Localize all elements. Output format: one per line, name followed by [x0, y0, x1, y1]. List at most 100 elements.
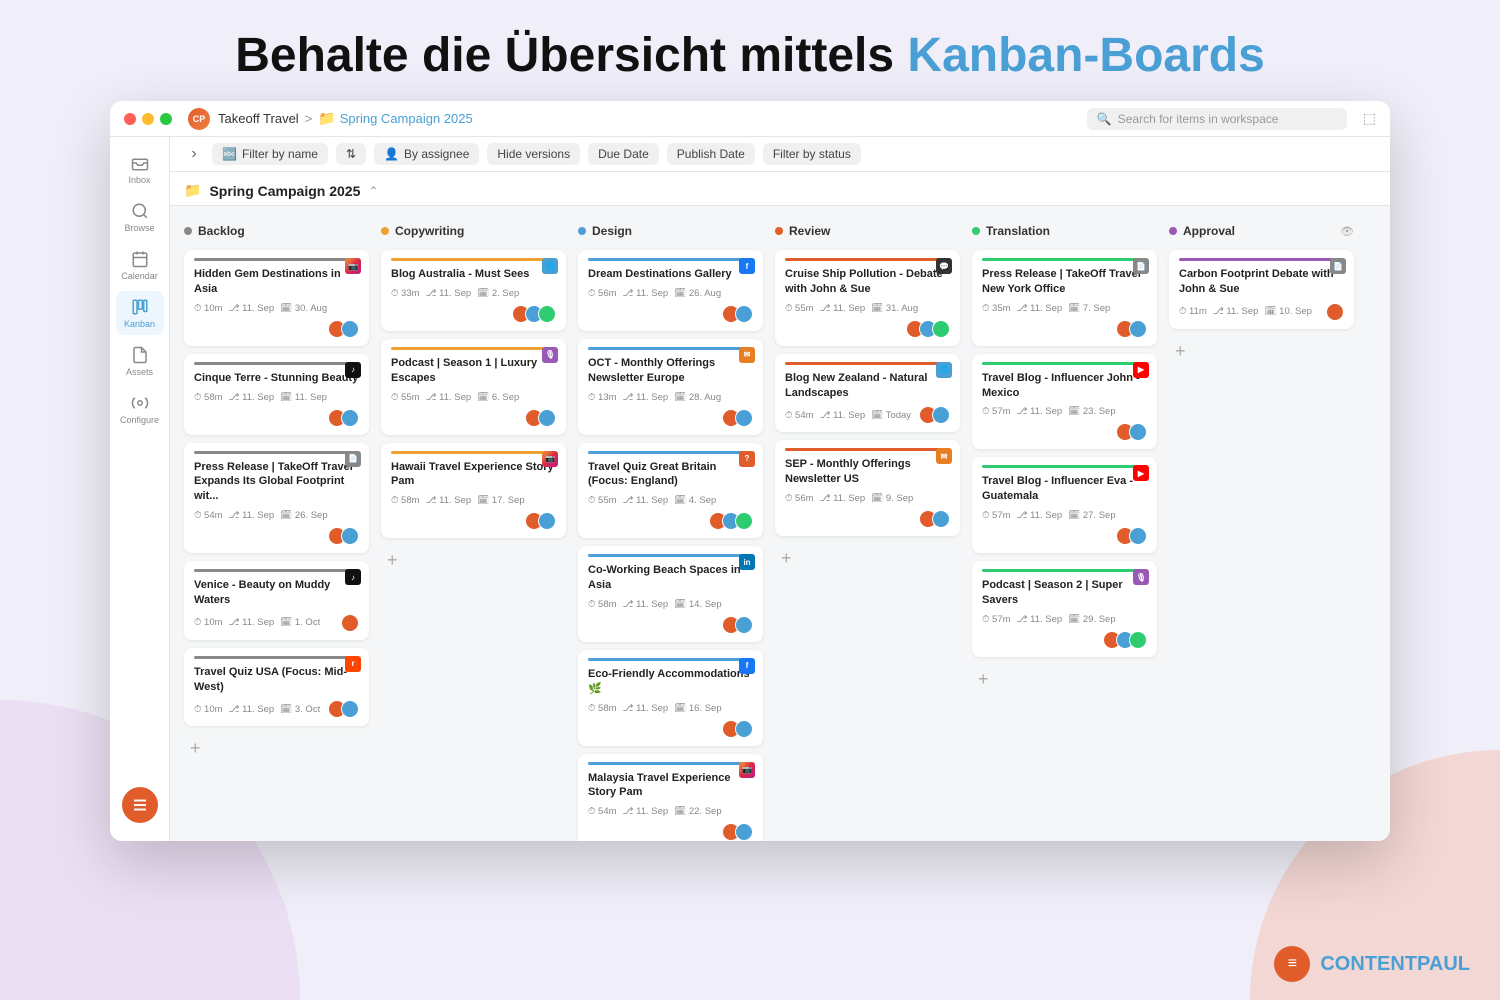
card-meta: ⏱ 10m ⎇ 11. Sep 🗓 3. Oct: [194, 700, 359, 718]
column-design: Design f Dream Destinations Gallery ⏱ 56…: [578, 220, 763, 827]
card-e1: f Dream Destinations Gallery ⏱ 56m ⎇ 11.…: [578, 250, 763, 331]
card-avatars: [722, 616, 753, 634]
card-avatars: [328, 527, 359, 545]
card-e3: ? Travel Quiz Great Britain (Focus: Engl…: [578, 443, 763, 539]
card-meta: ⏱ 11m ⎇ 11. Sep 🗓 10. Sep: [1179, 303, 1344, 321]
card-f1: 💬 Cruise Ship Pollution - Debate with Jo…: [775, 250, 960, 346]
card-time: ⏱ 56m: [588, 288, 617, 299]
filter-by-name-button[interactable]: 🔤 Filter by name: [212, 143, 328, 165]
card-bar: [194, 656, 359, 659]
card-title: Cinque Terre - Stunning Beauty: [194, 371, 359, 386]
sidebar-item-assets[interactable]: Assets: [116, 339, 164, 383]
due-date-button[interactable]: Due Date: [588, 143, 659, 165]
card-time: ⏱ 58m: [194, 392, 223, 403]
card-avatars: [906, 320, 950, 338]
board-title: Spring Campaign 2025: [209, 183, 360, 199]
col-title: Translation: [986, 224, 1050, 238]
col-eye[interactable]: 👁: [1340, 225, 1354, 238]
dot-green[interactable]: [160, 113, 172, 125]
card-time: ⏱ 55m: [785, 303, 814, 314]
col-title: Design: [592, 224, 632, 238]
card-actions: ♪: [345, 362, 361, 378]
card-meta: ⏱ 54m ⎇ 11. Sep 🗓 22. Sep: [588, 806, 753, 841]
board-chevron[interactable]: ⌃: [368, 184, 378, 198]
card-title: Co-Working Beach Spaces in Asia: [588, 563, 753, 593]
card-date: 🗓 31. Aug: [871, 303, 918, 314]
sidebar-item-kanban[interactable]: Kanban: [116, 291, 164, 335]
card-meta: ⏱ 56m ⎇ 11. Sep 🗓 26. Aug: [588, 288, 753, 323]
card-actions: ?: [739, 451, 755, 467]
card-bar: [391, 347, 556, 350]
card-branch: ⎇ 11. Sep: [229, 392, 275, 403]
card-date: 🗓 Today: [871, 410, 911, 421]
card-date: 🗓 26. Sep: [280, 510, 327, 521]
toolbar: › 🔤 Filter by name ⇅ 👤 By assignee Hide …: [170, 137, 1390, 172]
filter-by-status-button[interactable]: Filter by status: [763, 143, 861, 165]
card-actions: ✉: [739, 347, 755, 363]
breadcrumb: Takeoff Travel > 📁 Spring Campaign 2025: [218, 110, 473, 127]
card-title: Blog Australia - Must Sees: [391, 267, 556, 282]
sidebar-item-browse[interactable]: Browse: [116, 195, 164, 239]
dot-red[interactable]: [124, 113, 136, 125]
card-branch: ⎇ 11. Sep: [820, 410, 866, 421]
sidebar-label-configure: Configure: [120, 415, 159, 425]
col-header-translation: Translation: [972, 220, 1157, 242]
card-avatars: [919, 406, 950, 424]
card-branch: ⎇ 11. Sep: [426, 392, 472, 403]
card-date: 🗓 2. Sep: [477, 288, 519, 299]
sort-icon-button[interactable]: ⇅: [336, 143, 366, 165]
card-time: ⏱ 58m: [391, 495, 420, 506]
col-header-copywriting: Copywriting: [381, 220, 566, 242]
sidebar-item-configure[interactable]: Configure: [116, 387, 164, 431]
card-title: Hidden Gem Destinations in Asia: [194, 267, 359, 297]
add-card-button-approval[interactable]: +: [1169, 337, 1192, 366]
card-date: 🗓 29. Sep: [1068, 614, 1115, 625]
settings-button[interactable]: [122, 787, 158, 823]
brand-logo: ≡: [1274, 946, 1310, 982]
col-header-approval: Approval 👁: [1169, 220, 1354, 242]
add-card-button-review[interactable]: +: [775, 544, 798, 573]
sidebar-item-calendar[interactable]: Calendar: [116, 243, 164, 287]
card-avatars: [919, 510, 950, 528]
card-title: Travel Quiz Great Britain (Focus: Englan…: [588, 460, 753, 490]
search-bar[interactable]: 🔍 Search for items in workspace: [1087, 108, 1347, 130]
sidebar-item-inbox[interactable]: Inbox: [116, 147, 164, 191]
card-avatars: [512, 305, 556, 323]
card-date: 🗓 28. Aug: [674, 392, 721, 403]
external-icon[interactable]: ⬚: [1363, 110, 1376, 127]
add-card-button-copywriting[interactable]: +: [381, 546, 404, 575]
project-name: Spring Campaign 2025: [340, 111, 473, 126]
card-title: Travel Blog - Influencer John - Mexico: [982, 371, 1147, 401]
column-translation: Translation 📄 Press Release | TakeOff Tr…: [972, 220, 1157, 827]
column-review: Review 💬 Cruise Ship Pollution - Debate …: [775, 220, 960, 827]
by-assignee-button[interactable]: 👤 By assignee: [374, 143, 479, 165]
publish-date-button[interactable]: Publish Date: [667, 143, 755, 165]
card-branch: ⎇ 11. Sep: [623, 599, 669, 610]
search-icon: 🔍: [1097, 112, 1112, 126]
card-meta: ⏱ 58m ⎇ 11. Sep 🗓 14. Sep: [588, 599, 753, 634]
card-branch: ⎇ 11. Sep: [1017, 303, 1063, 314]
title-bar: CP Takeoff Travel > 📁 Spring Campaign 20…: [110, 101, 1390, 137]
card-bar: [785, 258, 950, 261]
add-card-button-translation[interactable]: +: [972, 665, 995, 694]
card-time: ⏱ 10m: [194, 617, 223, 628]
card-avatars: [1116, 527, 1147, 545]
hide-versions-button[interactable]: Hide versions: [487, 143, 580, 165]
card-avatars: [328, 700, 359, 718]
sidebar-label-calendar: Calendar: [121, 271, 158, 281]
expand-button[interactable]: ›: [184, 144, 204, 164]
card-actions: in: [739, 554, 755, 570]
board-folder-icon: 📁: [184, 182, 201, 199]
add-card-button-backlog[interactable]: +: [184, 734, 207, 763]
dot-yellow[interactable]: [142, 113, 154, 125]
card-meta: ⏱ 35m ⎇ 11. Sep 🗓 7. Sep: [982, 303, 1147, 338]
brand-name: CONTENTPAUL: [1320, 953, 1470, 976]
card-title: Podcast | Season 2 | Super Savers: [982, 578, 1147, 608]
card-bar: [194, 258, 359, 261]
col-dot: [381, 227, 389, 235]
card-meta: ⏱ 33m ⎇ 11. Sep 🗓 2. Sep: [391, 288, 556, 323]
card-avatars: [1326, 303, 1344, 321]
card-time: ⏱ 11m: [1179, 306, 1207, 317]
card-actions: 🎙: [542, 347, 558, 363]
card-bar: [194, 451, 359, 454]
